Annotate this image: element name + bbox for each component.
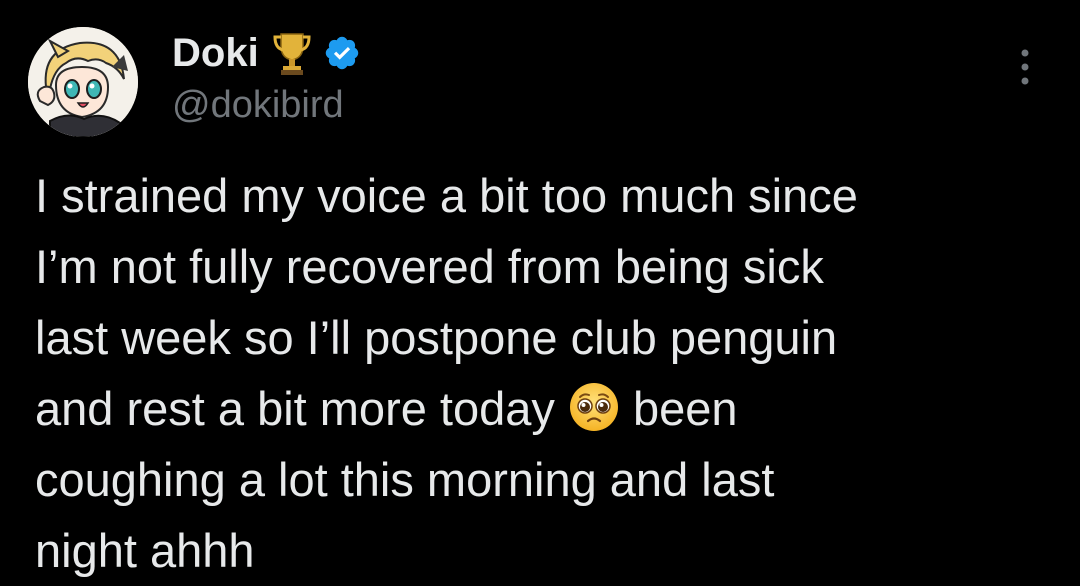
- more-options-button[interactable]: [1008, 46, 1042, 92]
- trophy-icon: [273, 30, 311, 76]
- tweet-text: I strained my voice a bit too much since…: [35, 160, 1055, 586]
- pleading-face-emoji: [568, 381, 620, 433]
- verified-badge-icon[interactable]: [323, 34, 361, 72]
- author-name-row: Doki: [172, 28, 361, 78]
- author-handle[interactable]: @dokibird: [172, 80, 344, 130]
- more-options-icon: [1020, 48, 1030, 91]
- avatar[interactable]: [28, 27, 138, 137]
- display-name[interactable]: Doki: [172, 28, 259, 78]
